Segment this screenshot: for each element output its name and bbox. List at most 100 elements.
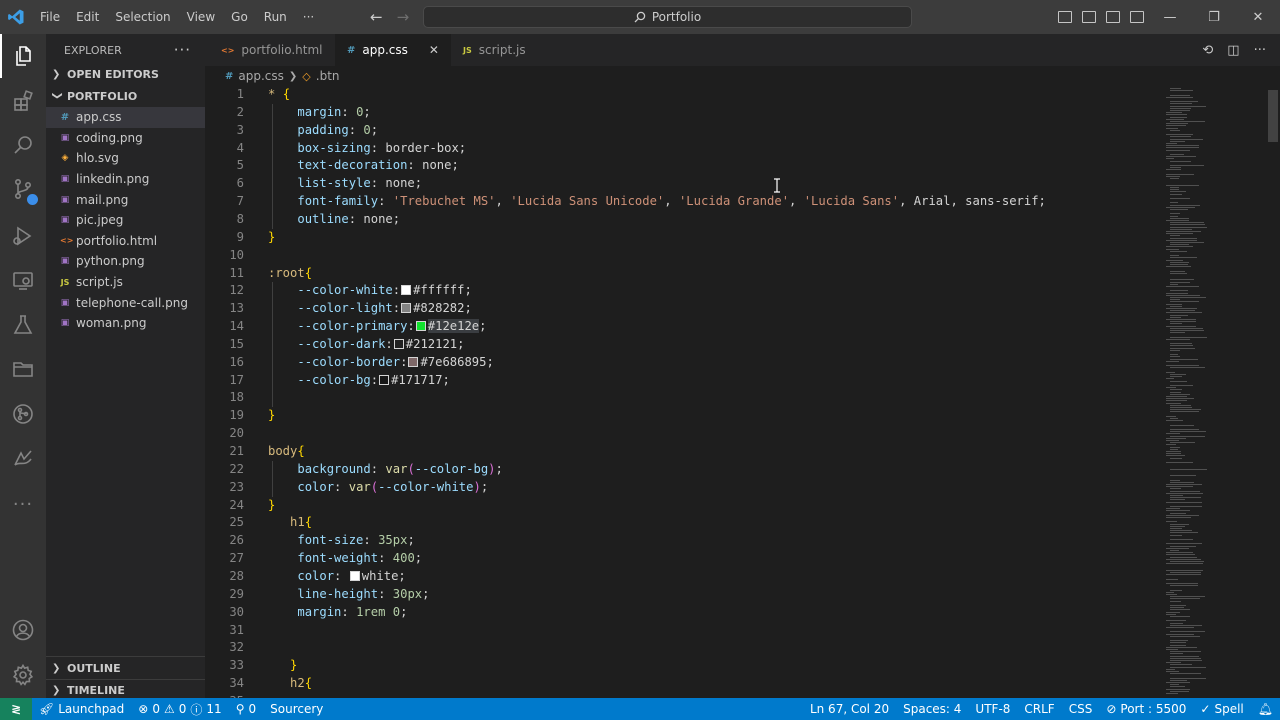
more-actions-icon[interactable]: ··· bbox=[1254, 43, 1266, 58]
color-swatch[interactable] bbox=[379, 374, 390, 385]
minimap-line bbox=[1170, 264, 1188, 265]
encoding[interactable]: UTF-8 bbox=[968, 702, 1017, 716]
remote-indicator[interactable]: ≷ bbox=[0, 698, 32, 720]
menu-view[interactable]: View bbox=[179, 0, 223, 34]
minimap-line bbox=[1170, 609, 1190, 611]
source-control-icon[interactable] bbox=[0, 167, 46, 211]
minimap-line bbox=[1170, 393, 1190, 395]
scrollbar-thumb[interactable] bbox=[1268, 90, 1278, 142]
minimap-line bbox=[1170, 116, 1187, 118]
line-number: 14 bbox=[229, 319, 244, 334]
search-view-icon[interactable] bbox=[0, 123, 46, 167]
file-item-script-js[interactable]: JS script.js bbox=[46, 272, 205, 293]
minimize-button[interactable]: — bbox=[1148, 0, 1192, 34]
breadcrumb-symbol[interactable]: .btn bbox=[316, 69, 340, 83]
explorer-header: EXPLORER ··· bbox=[46, 34, 205, 66]
folder-icon[interactable] bbox=[0, 347, 46, 391]
breadcrumb-file[interactable]: app.css bbox=[238, 69, 284, 83]
tab-app-css[interactable]: # app.css ✕ bbox=[335, 34, 451, 66]
run-debug-icon[interactable] bbox=[0, 214, 46, 258]
problems-item[interactable]: ⊗ 0 ⚠ 0 ⓘ 11 bbox=[131, 701, 228, 718]
line-number: 12 bbox=[229, 283, 244, 298]
minimap-line bbox=[1170, 404, 1191, 406]
code-text: font-family: 'Trebuchet MS', 'Lucida San… bbox=[297, 194, 1046, 209]
code-editor[interactable]: 1 * { 2 margin: 0; 3 padding: 0; 4 box-si… bbox=[205, 86, 1160, 698]
color-swatch[interactable] bbox=[415, 321, 426, 332]
ports-item[interactable]: ⚲ 0 bbox=[229, 702, 263, 716]
sourcery-item[interactable]: Sourcery bbox=[263, 702, 330, 716]
cursor-position[interactable]: Ln 67, Col 20 bbox=[803, 702, 896, 716]
editor-scrollbar[interactable] bbox=[1266, 86, 1280, 698]
command-center-search[interactable]: Portfolio bbox=[423, 6, 912, 28]
menu-go[interactable]: Go bbox=[223, 0, 256, 34]
menu-file[interactable]: File bbox=[32, 0, 68, 34]
minimap-line bbox=[1170, 105, 1206, 107]
file-item-telephone-call-png[interactable]: ▣ telephone-call.png bbox=[46, 292, 205, 313]
color-swatch[interactable] bbox=[401, 285, 412, 296]
spell-check[interactable]: ✓ Spell bbox=[1193, 702, 1250, 716]
indentation[interactable]: Spaces: 4 bbox=[896, 702, 968, 716]
explorer-icon[interactable] bbox=[0, 34, 46, 78]
settings-gear-icon[interactable] bbox=[0, 653, 46, 697]
close-tab-icon[interactable]: ✕ bbox=[429, 43, 439, 57]
no-entry-icon: ⊘ bbox=[1106, 702, 1117, 716]
launchpad-item[interactable]: 🚀︎ Launchpad bbox=[32, 702, 131, 716]
color-swatch[interactable] bbox=[408, 356, 419, 367]
color-swatch[interactable] bbox=[393, 338, 404, 349]
minimap-line bbox=[1170, 301, 1199, 303]
close-window-button[interactable]: ✕ bbox=[1236, 0, 1280, 34]
customize-layout-icon[interactable] bbox=[1130, 11, 1144, 23]
color-swatch[interactable] bbox=[349, 570, 360, 581]
notifications-bell-icon[interactable]: 🔔︎ bbox=[1251, 702, 1280, 716]
menu-more[interactable]: ··· bbox=[295, 0, 322, 34]
gitlens-icon[interactable] bbox=[0, 392, 46, 436]
account-icon[interactable] bbox=[0, 608, 46, 652]
toggle-secondary-sidebar-icon[interactable] bbox=[1106, 11, 1120, 23]
open-editors-section[interactable]: ❯ OPEN EDITORS bbox=[46, 63, 205, 85]
toggle-panel-icon[interactable] bbox=[1082, 11, 1096, 23]
file-item-hlo-svg[interactable]: ◈ hlo.svg bbox=[46, 148, 205, 169]
minimap[interactable] bbox=[1160, 86, 1264, 698]
toggle-primary-sidebar-icon[interactable] bbox=[1058, 11, 1072, 23]
testing-flask-icon[interactable] bbox=[0, 303, 46, 347]
language-mode[interactable]: CSS bbox=[1062, 702, 1100, 716]
more-views-icon[interactable]: ··· bbox=[0, 482, 46, 526]
minimap-line bbox=[1166, 156, 1196, 158]
remote-explorer-icon[interactable] bbox=[0, 259, 46, 303]
code-line: 8 outline: none; bbox=[205, 211, 1160, 229]
menu-edit[interactable]: Edit bbox=[68, 0, 107, 34]
restore-button[interactable]: ❐ bbox=[1192, 0, 1236, 34]
tab-label: portfolio.html bbox=[241, 43, 323, 57]
outline-section[interactable]: ❯ OUTLINE bbox=[46, 657, 205, 679]
menu-selection[interactable]: Selection bbox=[107, 0, 178, 34]
minimap-line bbox=[1170, 358, 1198, 360]
file-item-pic-jpeg[interactable]: ▣ pic.jpeg bbox=[46, 210, 205, 231]
file-item-woman-png[interactable]: ▣ woman.png bbox=[46, 313, 205, 334]
tab-script-js[interactable]: JS script.js bbox=[451, 34, 538, 66]
minimap-line bbox=[1170, 679, 1187, 681]
open-changes-icon[interactable]: ⟲ bbox=[1202, 43, 1213, 58]
end-of-line[interactable]: CRLF bbox=[1017, 702, 1061, 716]
minimap-line bbox=[1170, 380, 1187, 382]
minimap-line bbox=[1170, 215, 1178, 217]
file-item-python-png[interactable]: ▣ python.png bbox=[46, 251, 205, 272]
css-file-icon: # bbox=[225, 70, 234, 82]
file-item-linkedin-png[interactable]: ▣ linkedin.png bbox=[46, 169, 205, 190]
chevron-right-icon: ❯ bbox=[288, 70, 298, 82]
file-item-mail-png[interactable]: ▣ mail.png bbox=[46, 189, 205, 210]
menu-run[interactable]: Run bbox=[256, 0, 295, 34]
file-item-app-css[interactable]: # app.css bbox=[46, 107, 205, 128]
folder-section-portfolio[interactable]: ❯ PORTFOLIO bbox=[46, 85, 205, 107]
file-item-portfolio-html[interactable]: <> portfolio.html bbox=[46, 231, 205, 252]
tab-portfolio-html[interactable]: <> portfolio.html bbox=[209, 34, 335, 66]
color-swatch[interactable] bbox=[401, 303, 412, 314]
forward-arrow-icon[interactable]: → bbox=[397, 8, 410, 26]
extensions-icon[interactable] bbox=[0, 79, 46, 123]
split-editor-icon[interactable]: ◫ bbox=[1227, 43, 1239, 58]
live-share-icon[interactable] bbox=[0, 437, 46, 481]
explorer-more-button[interactable]: ··· bbox=[174, 41, 191, 59]
file-item-coding-png[interactable]: ▣ coding.png bbox=[46, 128, 205, 149]
back-arrow-icon[interactable]: ← bbox=[370, 8, 383, 26]
code-line: 30 margin: 1rem 0; bbox=[205, 604, 1160, 622]
live-server-port[interactable]: ⊘ Port : 5500 bbox=[1099, 702, 1193, 716]
